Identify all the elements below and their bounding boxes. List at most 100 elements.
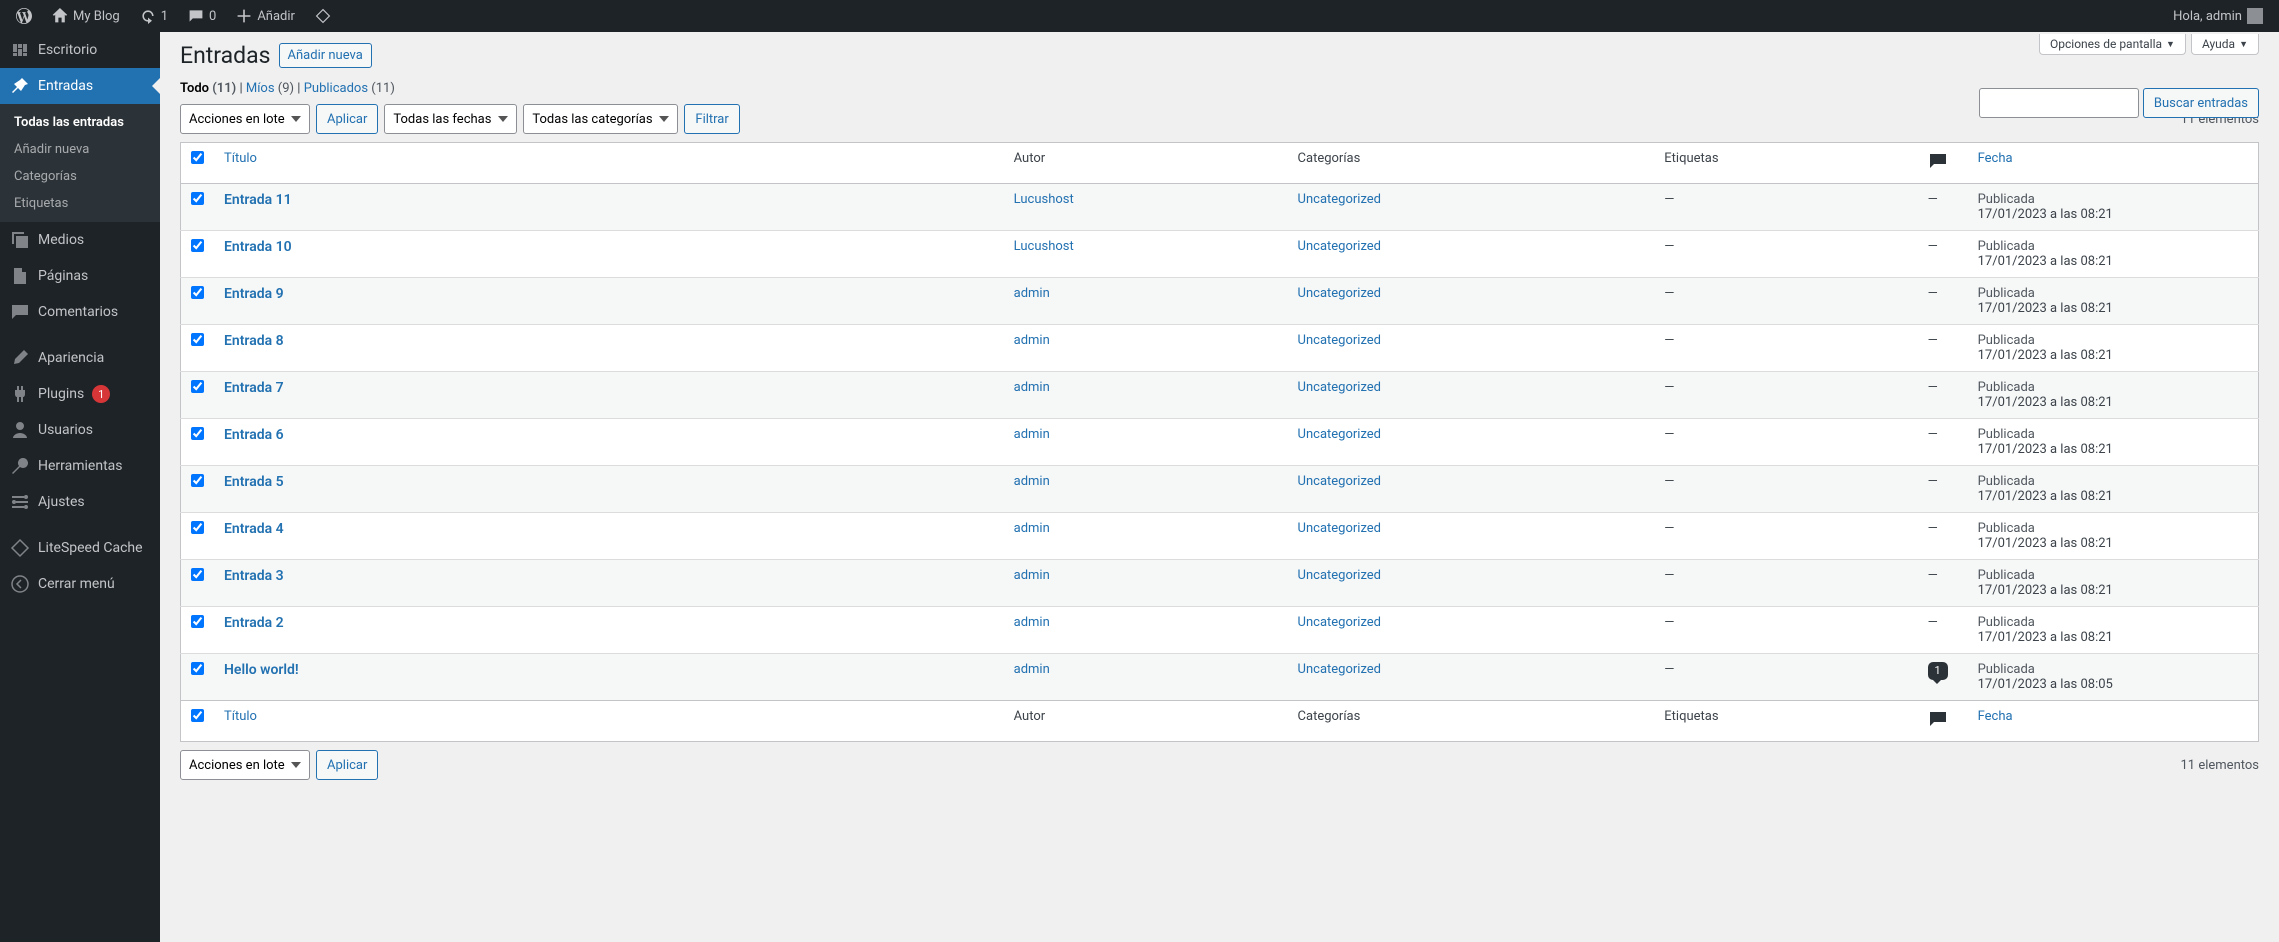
- col-title-foot[interactable]: Título: [224, 709, 257, 724]
- row-checkbox[interactable]: [191, 615, 204, 628]
- row-category-link[interactable]: Uncategorized: [1298, 521, 1381, 536]
- settings-icon: [10, 492, 30, 512]
- search-button[interactable]: Buscar entradas: [2143, 88, 2259, 118]
- select-all-bottom[interactable]: [191, 709, 204, 722]
- row-tags: —: [1654, 278, 1917, 325]
- apply-button-bottom[interactable]: Aplicar: [316, 750, 378, 780]
- posts-label: Entradas: [38, 78, 93, 94]
- sidebar-item-dashboard[interactable]: Escritorio: [0, 32, 160, 68]
- col-date-foot[interactable]: Fecha: [1978, 709, 2013, 724]
- apply-button-top[interactable]: Aplicar: [316, 104, 378, 134]
- row-comment-count[interactable]: 1: [1928, 662, 1948, 680]
- row-category-link[interactable]: Uncategorized: [1298, 427, 1381, 442]
- sidebar-item-pages[interactable]: Páginas: [0, 258, 160, 294]
- search-input[interactable]: [1979, 88, 2139, 118]
- row-title-link[interactable]: Entrada 3: [224, 568, 284, 584]
- bulk-action-select-top[interactable]: Acciones en lote: [180, 104, 310, 134]
- col-comments[interactable]: [1918, 143, 1968, 184]
- row-checkbox[interactable]: [191, 239, 204, 252]
- row-checkbox[interactable]: [191, 521, 204, 534]
- site-name-link[interactable]: My Blog: [44, 0, 128, 32]
- row-tags: —: [1654, 372, 1917, 419]
- add-new-button[interactable]: Añadir nueva: [279, 43, 372, 68]
- row-title-link[interactable]: Entrada 5: [224, 474, 284, 490]
- row-category-link[interactable]: Uncategorized: [1298, 239, 1381, 254]
- row-title-link[interactable]: Entrada 6: [224, 427, 284, 443]
- row-author-link[interactable]: admin: [1014, 662, 1050, 677]
- row-category-link[interactable]: Uncategorized: [1298, 474, 1381, 489]
- sidebar-item-comments[interactable]: Comentarios: [0, 294, 160, 330]
- row-title-link[interactable]: Entrada 7: [224, 380, 284, 396]
- row-checkbox[interactable]: [191, 333, 204, 346]
- row-category-link[interactable]: Uncategorized: [1298, 192, 1381, 207]
- row-author-link[interactable]: admin: [1014, 474, 1050, 489]
- bulk-action-select-bottom[interactable]: Acciones en lote: [180, 750, 310, 780]
- row-author-link[interactable]: admin: [1014, 427, 1050, 442]
- filter-button[interactable]: Filtrar: [684, 104, 739, 134]
- sidebar-item-tools[interactable]: Herramientas: [0, 448, 160, 484]
- comments-link[interactable]: 0: [180, 0, 224, 32]
- date-filter-select[interactable]: Todas las fechas: [384, 104, 517, 134]
- row-category-link[interactable]: Uncategorized: [1298, 568, 1381, 583]
- diamond-icon: [315, 8, 331, 24]
- row-category-link[interactable]: Uncategorized: [1298, 662, 1381, 677]
- row-title-link[interactable]: Entrada 8: [224, 333, 284, 349]
- comment-icon: [188, 8, 204, 24]
- sidebar-item-users[interactable]: Usuarios: [0, 412, 160, 448]
- row-author-link[interactable]: admin: [1014, 521, 1050, 536]
- row-author-link[interactable]: admin: [1014, 286, 1050, 301]
- new-content-link[interactable]: Añadir: [228, 0, 303, 32]
- view-published-link[interactable]: Publicados (11): [304, 81, 395, 96]
- litespeed-bar-icon[interactable]: [307, 0, 339, 32]
- row-category-link[interactable]: Uncategorized: [1298, 286, 1381, 301]
- row-title-link[interactable]: Entrada 2: [224, 615, 284, 631]
- my-account[interactable]: Hola, admin: [2165, 0, 2271, 32]
- sidebar-item-posts[interactable]: Entradas: [0, 68, 160, 104]
- row-checkbox[interactable]: [191, 286, 204, 299]
- row-title-link[interactable]: Hello world!: [224, 662, 299, 678]
- row-category-link[interactable]: Uncategorized: [1298, 615, 1381, 630]
- col-title[interactable]: Título: [224, 151, 257, 166]
- row-checkbox[interactable]: [191, 192, 204, 205]
- sidebar-subitem-tags[interactable]: Etiquetas: [0, 190, 160, 217]
- sidebar-item-litespeed[interactable]: LiteSpeed Cache: [0, 530, 160, 566]
- wp-logo[interactable]: [8, 0, 40, 32]
- sidebar-subitem-add-new[interactable]: Añadir nueva: [0, 136, 160, 163]
- row-title-link[interactable]: Entrada 4: [224, 521, 284, 537]
- row-tags: —: [1654, 325, 1917, 372]
- row-checkbox[interactable]: [191, 662, 204, 675]
- row-checkbox[interactable]: [191, 380, 204, 393]
- sidebar-item-collapse[interactable]: Cerrar menú: [0, 566, 160, 602]
- updates-link[interactable]: 1: [132, 0, 176, 32]
- row-category-link[interactable]: Uncategorized: [1298, 333, 1381, 348]
- row-author-link[interactable]: admin: [1014, 568, 1050, 583]
- row-category-link[interactable]: Uncategorized: [1298, 380, 1381, 395]
- row-author-link[interactable]: Lucushost: [1014, 239, 1074, 254]
- sidebar-item-media[interactable]: Medios: [0, 222, 160, 258]
- row-title-link[interactable]: Entrada 9: [224, 286, 284, 302]
- select-all-top[interactable]: [191, 151, 204, 164]
- row-checkbox[interactable]: [191, 568, 204, 581]
- row-author-link[interactable]: admin: [1014, 380, 1050, 395]
- col-comments-foot[interactable]: [1918, 701, 1968, 742]
- col-date[interactable]: Fecha: [1978, 151, 2013, 166]
- view-mine-link[interactable]: Míos (9): [246, 81, 294, 96]
- view-all-link[interactable]: Todo: [180, 81, 209, 96]
- category-filter-select[interactable]: Todas las categorías: [523, 104, 678, 134]
- sidebar-item-settings[interactable]: Ajustes: [0, 484, 160, 520]
- screen-options-tab[interactable]: Opciones de pantalla ▼: [2039, 34, 2186, 55]
- help-tab[interactable]: Ayuda ▼: [2191, 34, 2259, 55]
- row-title-link[interactable]: Entrada 10: [224, 239, 292, 255]
- table-row: Entrada 9 admin Uncategorized — — Public…: [181, 278, 2259, 325]
- sidebar-item-plugins[interactable]: Plugins 1: [0, 376, 160, 412]
- sidebar-subitem-all-posts[interactable]: Todas las entradas: [0, 109, 160, 136]
- sidebar-subitem-categories[interactable]: Categorías: [0, 163, 160, 190]
- row-checkbox[interactable]: [191, 474, 204, 487]
- row-author-link[interactable]: admin: [1014, 615, 1050, 630]
- row-author-link[interactable]: admin: [1014, 333, 1050, 348]
- row-author-link[interactable]: Lucushost: [1014, 192, 1074, 207]
- wordpress-icon: [16, 8, 32, 24]
- sidebar-item-appearance[interactable]: Apariencia: [0, 340, 160, 376]
- row-title-link[interactable]: Entrada 11: [224, 192, 292, 208]
- row-checkbox[interactable]: [191, 427, 204, 440]
